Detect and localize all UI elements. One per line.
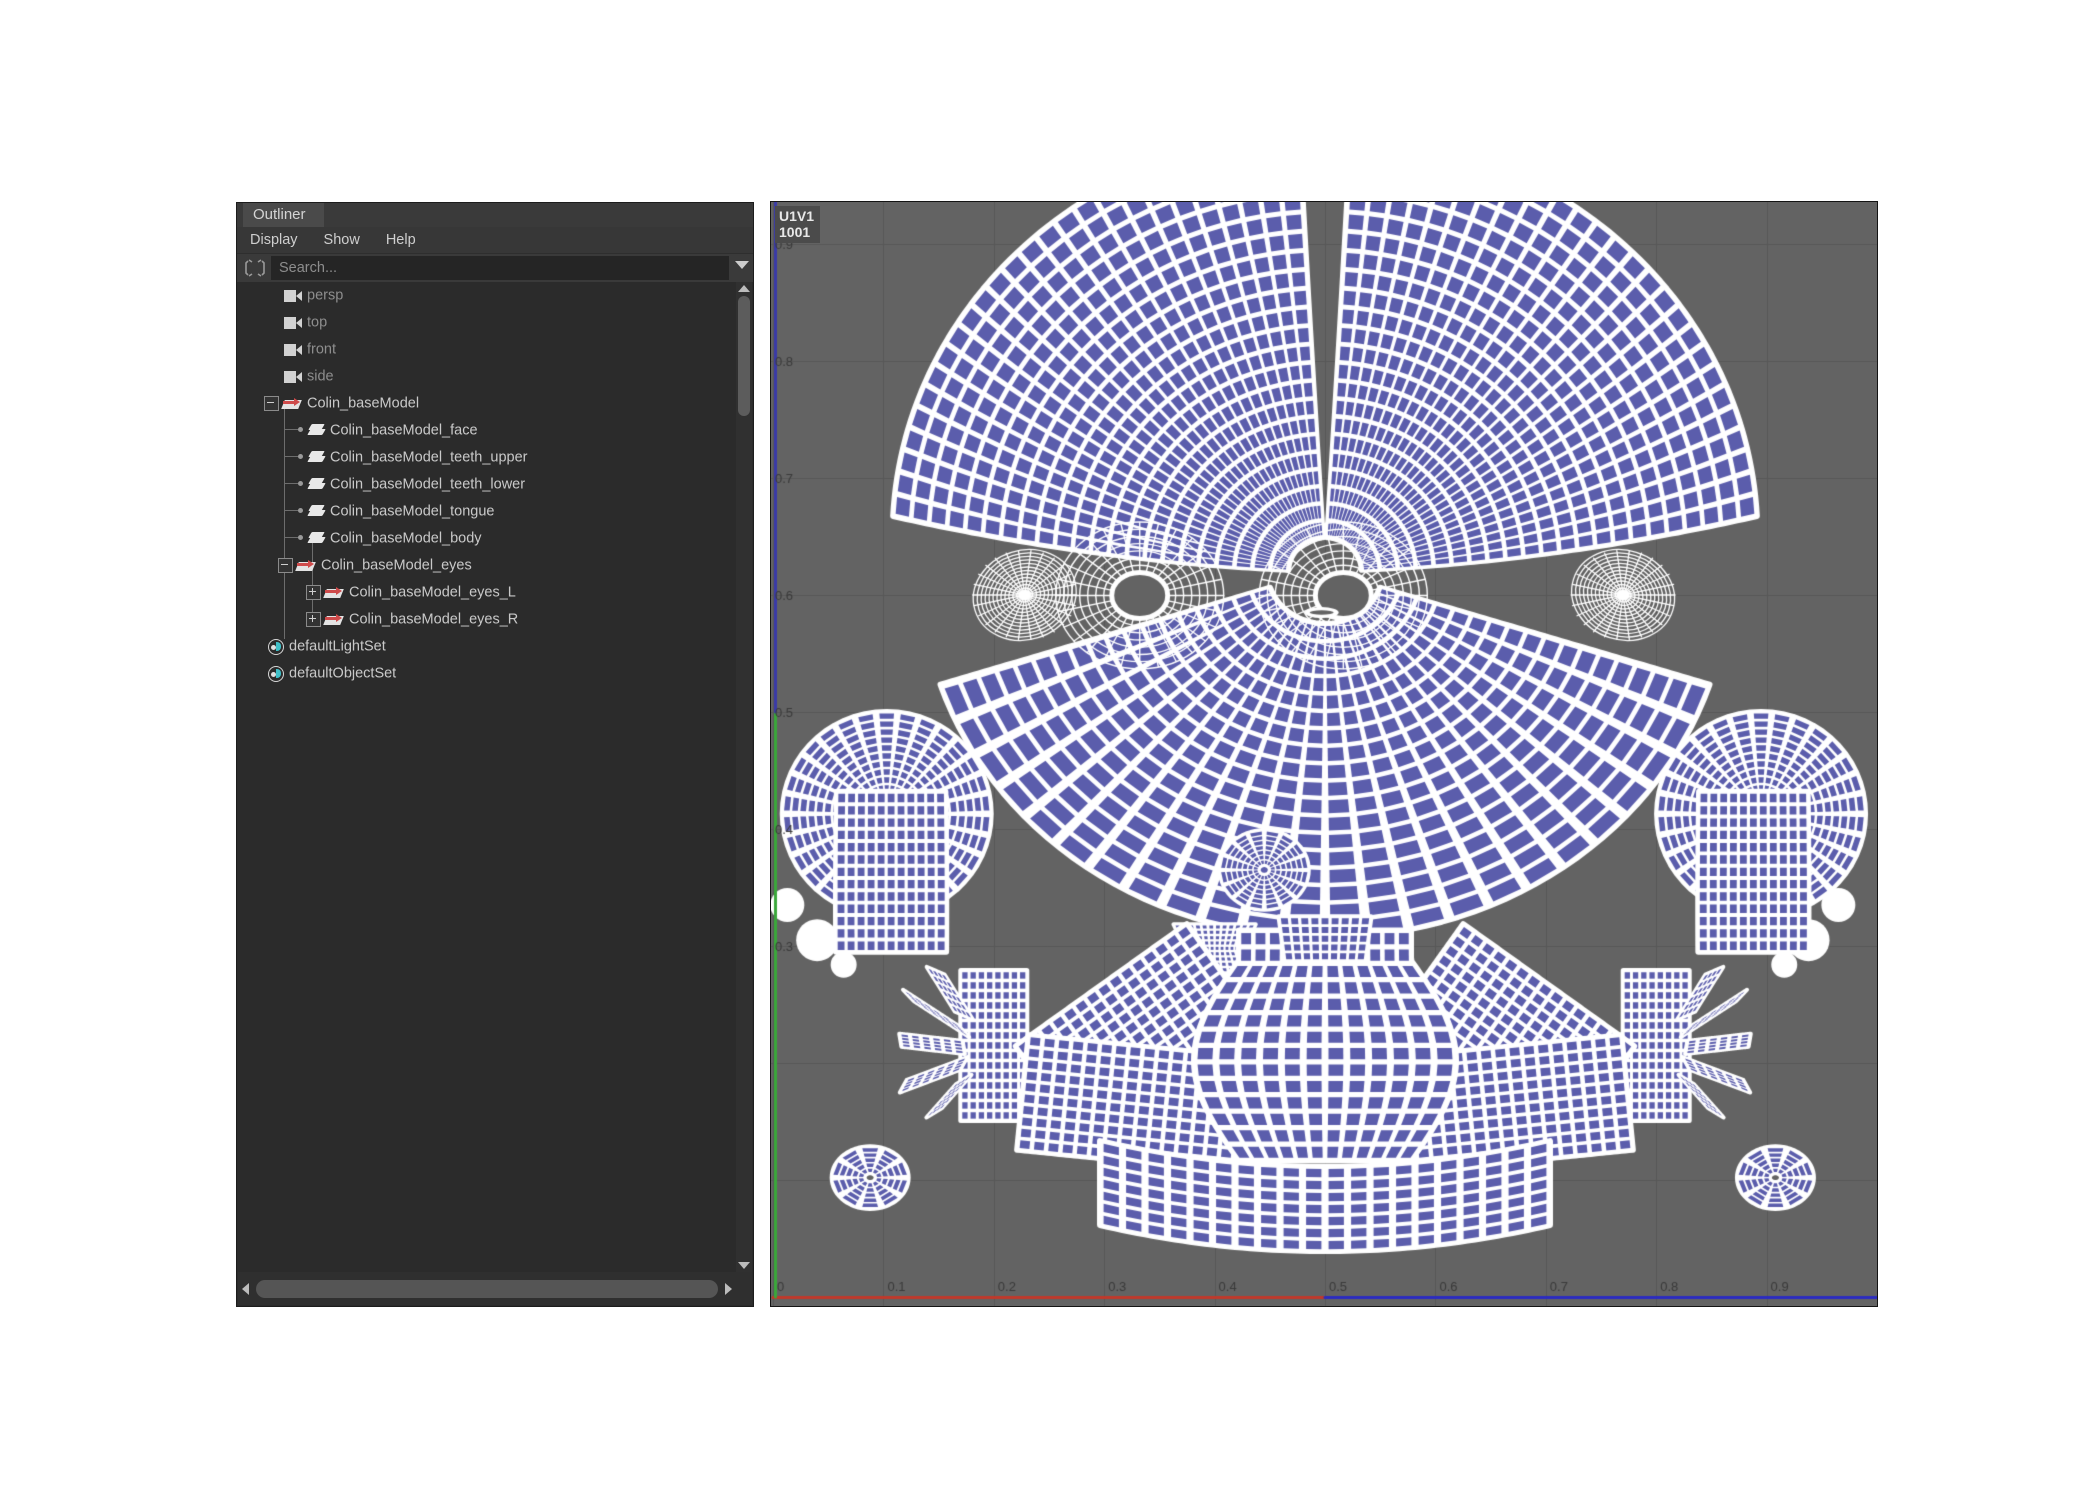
- tree-row-label: top: [307, 314, 328, 331]
- search-input[interactable]: [271, 256, 729, 280]
- mesh-icon: [307, 504, 326, 519]
- tree-branch-line: [284, 456, 298, 458]
- tree-row-side[interactable]: side: [238, 363, 736, 390]
- tree-row-eyes-l[interactable]: Colin_baseModel_eyes_L: [238, 579, 736, 606]
- tree-node-dot: [298, 481, 303, 487]
- menu-help[interactable]: Help: [373, 227, 429, 253]
- tree-row-face[interactable]: Colin_baseModel_face: [238, 417, 736, 444]
- outliner-vertical-scrollbar[interactable]: [736, 282, 752, 1272]
- outliner-search-row: [237, 254, 753, 282]
- tree-node-dot: [298, 535, 303, 541]
- uv-tile-badge-line1: U1V1: [779, 208, 815, 224]
- vertical-scrollbar-thumb[interactable]: [738, 296, 750, 416]
- tree-row-default-object-set[interactable]: defaultObjectSet: [238, 660, 736, 687]
- uv-tile-badge-line2: 1001: [779, 224, 811, 240]
- transform-icon: [281, 397, 302, 411]
- tree-branch-line: [284, 483, 298, 485]
- tree-row-body[interactable]: Colin_baseModel_body: [238, 525, 736, 552]
- tree-row-label: Colin_baseModel_body: [330, 530, 482, 547]
- outliner-tab-strip: Outliner: [237, 203, 753, 227]
- tree-branch-line: [284, 537, 298, 539]
- tree-row-default-light-set[interactable]: defaultLightSet: [238, 633, 736, 660]
- outliner-menubar: Display Show Help: [237, 227, 753, 254]
- tree-row-label: defaultObjectSet: [289, 665, 397, 682]
- tree-row-persp[interactable]: persp: [238, 282, 736, 309]
- outliner-tree[interactable]: persp top front side Colin_baseModel Col…: [238, 282, 736, 1272]
- tree-row-label: side: [307, 368, 334, 385]
- expander-minus-icon[interactable]: [264, 396, 279, 412]
- tree-row-top[interactable]: top: [238, 309, 736, 336]
- triangle-up-icon[interactable]: [738, 285, 750, 292]
- horizontal-scrollbar-thumb[interactable]: [256, 1280, 718, 1298]
- tree-row-eyes-r[interactable]: Colin_baseModel_eyes_R: [238, 606, 736, 633]
- search-scope-icon[interactable]: [243, 257, 267, 279]
- camera-icon: [284, 316, 302, 329]
- tree-row-label: front: [307, 341, 337, 358]
- tree-row-label: Colin_baseModel_eyes_L: [349, 584, 516, 601]
- tree-branch-line: [284, 429, 298, 431]
- outliner-horizontal-scrollbar[interactable]: [238, 1272, 736, 1305]
- tab-outliner[interactable]: Outliner: [243, 203, 324, 227]
- tree-row-label: persp: [307, 287, 344, 304]
- uv-tile-badge: U1V1 1001: [775, 206, 821, 243]
- outliner-panel: Outliner Display Show Help persp t: [236, 202, 754, 1307]
- mesh-icon: [307, 531, 326, 546]
- tree-node-dot: [298, 427, 303, 433]
- tree-branch-line: [284, 510, 298, 512]
- tree-row-label: Colin_baseModel_face: [330, 422, 478, 439]
- uv-editor-panel[interactable]: U1V1 1001: [770, 201, 1878, 1307]
- transform-icon: [295, 559, 316, 573]
- tree-row-tongue[interactable]: Colin_baseModel_tongue: [238, 498, 736, 525]
- mesh-icon: [307, 450, 326, 465]
- tree-row-label: Colin_baseModel_eyes_R: [349, 611, 519, 628]
- tree-node-dot: [298, 508, 303, 514]
- triangle-left-icon[interactable]: [242, 1283, 249, 1295]
- tree-row-label: Colin_baseModel_teeth_upper: [330, 449, 528, 466]
- expander-minus-icon[interactable]: [278, 558, 293, 574]
- expander-plus-icon[interactable]: [306, 612, 321, 628]
- tree-row-teeth-lower[interactable]: Colin_baseModel_teeth_lower: [238, 471, 736, 498]
- menu-display[interactable]: Display: [237, 227, 311, 253]
- camera-icon: [284, 370, 302, 383]
- tree-row-eyes[interactable]: Colin_baseModel_eyes: [238, 552, 736, 579]
- tree-row-label: Colin_baseModel: [307, 395, 420, 412]
- mesh-icon: [307, 423, 326, 438]
- uv-layout-canvas[interactable]: [771, 202, 1877, 1306]
- tree-row-label: defaultLightSet: [289, 638, 386, 655]
- transform-icon: [323, 586, 344, 600]
- menu-show[interactable]: Show: [311, 227, 373, 253]
- transform-icon: [323, 613, 344, 627]
- camera-icon: [284, 343, 302, 356]
- tree-row-label: Colin_baseModel_eyes: [321, 557, 472, 574]
- tree-node-dot: [298, 454, 303, 460]
- tree-row-front[interactable]: front: [238, 336, 736, 363]
- triangle-right-icon[interactable]: [725, 1283, 732, 1295]
- camera-icon: [284, 289, 302, 302]
- mesh-icon: [307, 477, 326, 492]
- tree-row-colin-basemodel[interactable]: Colin_baseModel: [238, 390, 736, 417]
- expander-plus-icon[interactable]: [306, 585, 321, 601]
- tree-row-label: Colin_baseModel_tongue: [330, 503, 495, 520]
- chevron-down-icon[interactable]: [735, 261, 749, 269]
- tree-row-label: Colin_baseModel_teeth_lower: [330, 476, 526, 493]
- tree-row-teeth-upper[interactable]: Colin_baseModel_teeth_upper: [238, 444, 736, 471]
- scrollbar-corner: [736, 1272, 752, 1305]
- set-icon: [268, 665, 284, 682]
- set-icon: [268, 638, 284, 655]
- triangle-down-icon[interactable]: [738, 1262, 750, 1269]
